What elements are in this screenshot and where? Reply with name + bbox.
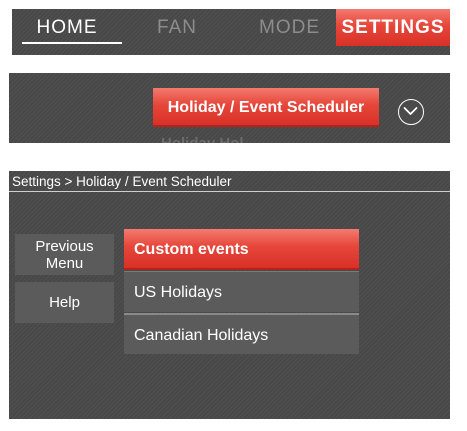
breadcrumb-divider (9, 191, 450, 192)
scroll-down-button[interactable] (398, 99, 424, 125)
previous-menu-button[interactable]: Previous Menu (15, 234, 114, 275)
active-tab-underline (22, 42, 122, 44)
settings-menu-crop: Holiday / Event Scheduler Holiday Hol (9, 73, 450, 143)
help-button[interactable]: Help (15, 282, 114, 323)
tab-mode[interactable]: MODE (232, 9, 347, 46)
tab-home[interactable]: HOME (12, 9, 122, 46)
previous-menu-label-line2: Menu (45, 255, 84, 272)
previous-menu-label-line1: Previous (35, 238, 94, 255)
tab-settings[interactable]: SETTINGS (336, 9, 450, 46)
list-item-us-holidays[interactable]: US Holidays (124, 271, 359, 312)
next-menu-item-partial: Holiday Hol (161, 135, 244, 143)
holiday-scheduler-screen: Settings > Holiday / Event Scheduler Pre… (9, 171, 450, 419)
tab-fan[interactable]: FAN (122, 9, 232, 46)
tab-bar: HOME FAN MODE SETTINGS (12, 9, 450, 55)
list-item-canadian-holidays[interactable]: Canadian Holidays (124, 313, 359, 354)
chevron-down-icon (403, 107, 418, 115)
list-item-custom-events[interactable]: Custom events (124, 229, 359, 270)
holiday-event-scheduler-button[interactable]: Holiday / Event Scheduler (153, 88, 379, 127)
breadcrumb: Settings > Holiday / Event Scheduler (12, 174, 232, 189)
